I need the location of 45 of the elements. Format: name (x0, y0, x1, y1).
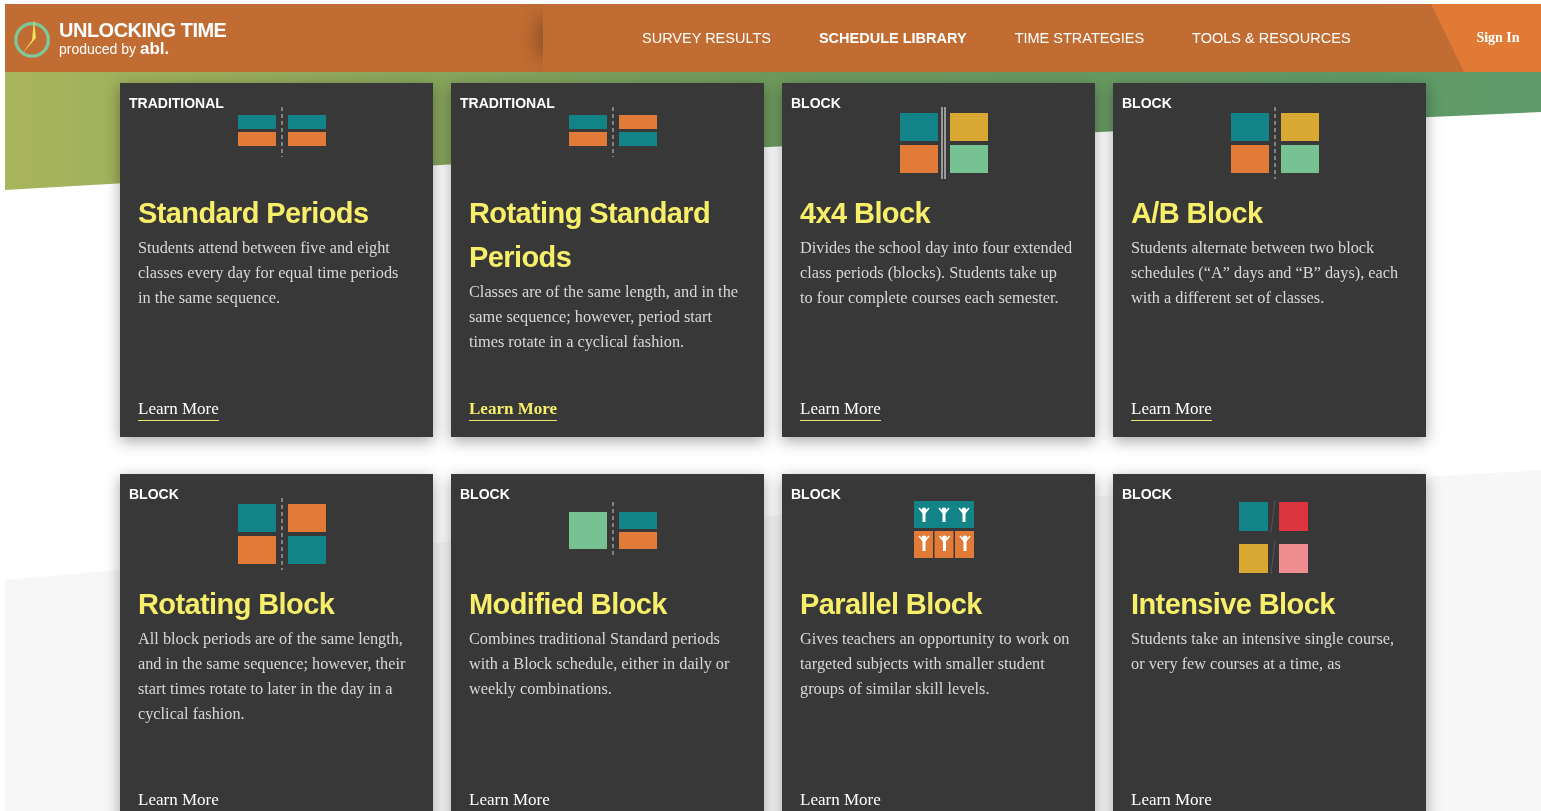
card-description: Students attend between five and eight classes every day for equal time periods in the same sequence. (138, 237, 400, 309)
schedule-blocks-icon (899, 107, 988, 179)
card-description: Students alternate between two block schedules (“A” days and “B” days), each with a different set of classes. (1131, 237, 1400, 309)
learn-more-link[interactable]: Learn More (138, 790, 219, 811)
card-description: Combines traditional Standard periods with a Block schedule, either in daily or weekly combinations. (469, 628, 731, 700)
card-title: Intensive Block (1131, 587, 1336, 622)
card-tag: BLOCK (791, 486, 841, 502)
nav-link[interactable]: TIME STRATEGIES (990, 30, 1169, 46)
card-title: 4x4 Block (800, 196, 932, 231)
card-title: Rotating Block (138, 587, 336, 622)
learn-more-link[interactable]: Learn More (469, 790, 550, 811)
logo-title: UNLOCKING TIME (59, 19, 227, 41)
schedule-blocks-icon (1230, 107, 1319, 179)
schedule-blocks-icon (237, 498, 326, 570)
card-tag: BLOCK (1122, 95, 1172, 111)
card-title: A/B Block (1131, 196, 1264, 231)
schedule-blocks-icon (237, 107, 326, 157)
card-title: Parallel Block (800, 587, 983, 622)
card-title: Rotating Standard Periods (469, 196, 712, 275)
learn-more-link[interactable]: Learn More (138, 399, 219, 421)
card-tag: BLOCK (129, 486, 179, 502)
schedule-blocks-icon (1238, 498, 1311, 574)
learn-more-link[interactable]: Learn More (1131, 790, 1212, 811)
learn-more-link[interactable]: Learn More (469, 399, 557, 421)
card-tag: BLOCK (1122, 486, 1172, 502)
nav-link[interactable]: SCHEDULE LIBRARY (794, 30, 991, 46)
card-tag: BLOCK (460, 486, 510, 502)
card-description: All block periods are of the same length, and in the same sequence; however, their start times rotate to later in the day in a cyclical fashion. (138, 628, 407, 725)
card-description: Gives teachers an opportunity to work on targeted subjects with smaller student groups of similar skill levels. (800, 628, 1071, 700)
card-title: Standard Periods (138, 196, 370, 231)
schedule-blocks-icon (568, 107, 657, 157)
card-tag: TRADITIONAL (129, 95, 224, 111)
learn-more-link[interactable]: Learn More (1131, 399, 1212, 421)
card-description: Students take an intensive single course, or very few courses at a time, as (1131, 628, 1396, 675)
nav-link[interactable]: TOOLS & RESOURCES (1168, 30, 1375, 46)
student-groups-icon (913, 498, 974, 558)
card-description: Classes are of the same length, and in the same sequence; however, period start times rotate in a cyclical fashion. (469, 281, 739, 353)
card-tag: BLOCK (791, 95, 841, 111)
learn-more-link[interactable]: Learn More (800, 399, 881, 421)
tagline: produced by abl. (59, 41, 171, 57)
nav-link[interactable]: SURVEY RESULTS (618, 30, 795, 46)
card-description: Divides the school day into four extended class periods (blocks). Students take up to four complete courses each semester. (800, 237, 1074, 309)
card-title: Modified Block (469, 587, 668, 622)
learn-more-link[interactable]: Learn More (800, 790, 881, 811)
card-tag: TRADITIONAL (460, 95, 555, 111)
